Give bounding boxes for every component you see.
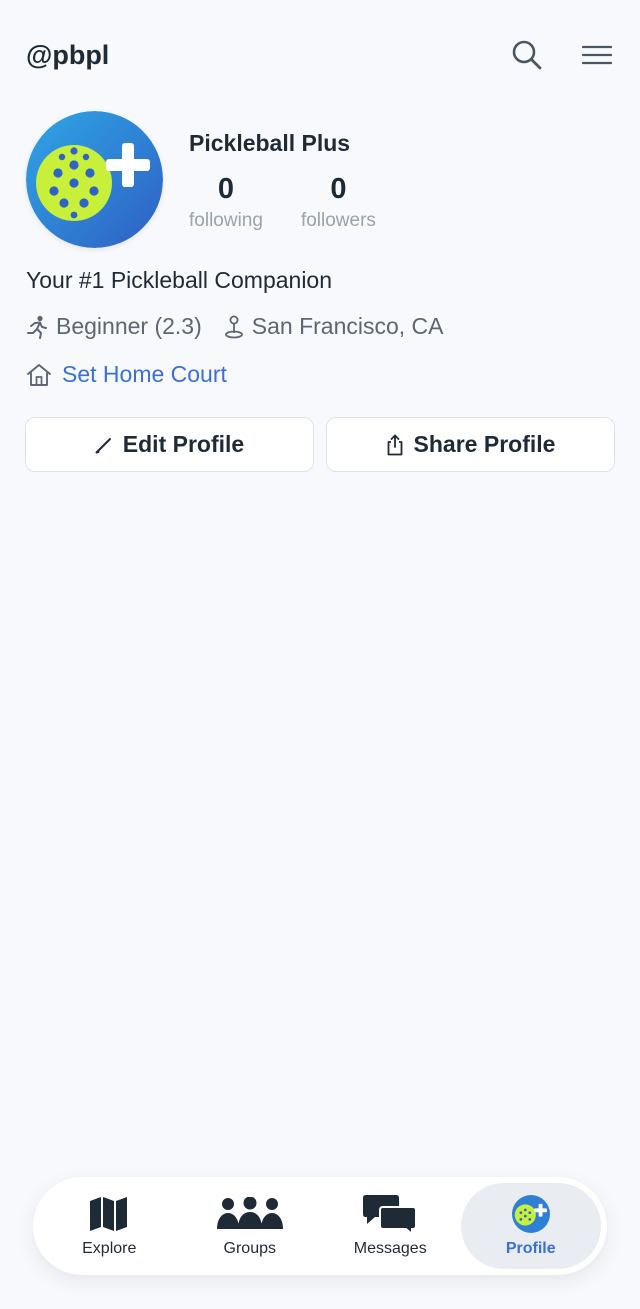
chat-icon <box>363 1195 418 1234</box>
menu-button[interactable] <box>580 38 614 72</box>
tab-messages[interactable]: Messages <box>320 1183 461 1269</box>
followers-label: followers <box>300 210 376 231</box>
following-label: following <box>189 210 263 231</box>
followers-count: 0 <box>330 173 347 205</box>
edit-profile-label: Edit Profile <box>122 431 245 457</box>
set-home-court-text: Set Home Court <box>62 361 227 387</box>
hamburger-menu-icon <box>582 45 612 65</box>
pickleball-plus-logo-icon <box>26 111 163 248</box>
profile-summary: Pickleball Plus 0 following 0 followers <box>26 111 376 248</box>
tab-profile-label: Profile <box>505 1240 556 1257</box>
tab-explore[interactable]: Explore <box>39 1183 180 1269</box>
profile-actions: Edit Profile Share Profile <box>25 417 615 472</box>
display-name: Pickleball Plus <box>189 130 351 156</box>
following-count: 0 <box>217 173 235 205</box>
player-running-icon <box>27 315 47 339</box>
following-stat[interactable]: 0 following <box>189 173 263 233</box>
pencil-icon <box>95 437 111 453</box>
tab-groups-label: Groups <box>223 1240 276 1257</box>
followers-stat[interactable]: 0 followers <box>301 173 376 233</box>
share-profile-button[interactable]: Share Profile <box>326 417 615 472</box>
set-home-court-link[interactable]: Set Home Court <box>26 361 227 388</box>
top-bar: @pbpl <box>26 30 614 80</box>
skill-level: Beginner (2.3) <box>26 313 202 340</box>
share-profile-label: Share Profile <box>413 431 556 457</box>
map-icon <box>90 1197 128 1231</box>
location: San Francisco, CA <box>224 313 444 340</box>
tab-messages-label: Messages <box>353 1240 427 1257</box>
tab-groups[interactable]: Groups <box>180 1183 321 1269</box>
profile-stats: 0 following 0 followers <box>189 173 376 233</box>
avatar-icon <box>511 1195 550 1233</box>
location-text: San Francisco, CA <box>251 313 444 339</box>
location-pin-icon <box>224 315 243 338</box>
profile-avatar[interactable] <box>26 111 163 248</box>
search-button[interactable] <box>510 38 544 72</box>
profile-meta: Beginner (2.3) San Francisco, CA <box>26 313 444 340</box>
tab-profile[interactable]: Profile <box>460 1183 601 1269</box>
skill-level-text: Beginner (2.3) <box>56 313 202 339</box>
username-handle: @pbpl <box>26 39 110 70</box>
people-icon <box>216 1197 283 1229</box>
house-icon <box>27 363 51 386</box>
profile-bio: Your #1 Pickleball Companion <box>26 267 333 293</box>
bottom-tab-bar: Explore Groups Messages Profile <box>33 1177 607 1275</box>
header-actions <box>510 38 614 72</box>
tab-explore-label: Explore <box>82 1240 137 1257</box>
share-icon <box>387 434 402 455</box>
search-icon <box>512 40 542 70</box>
edit-profile-button[interactable]: Edit Profile <box>25 417 314 472</box>
profile-info: Pickleball Plus 0 following 0 followers <box>189 129 376 233</box>
